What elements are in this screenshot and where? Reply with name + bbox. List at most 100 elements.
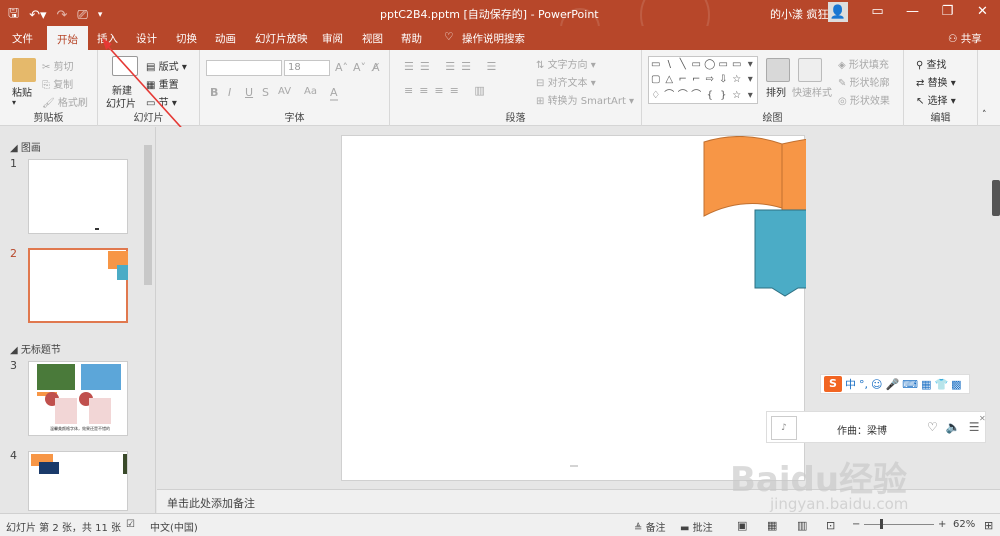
close-icon[interactable]: ✕: [979, 414, 986, 423]
normal-view-icon[interactable]: ▣: [737, 519, 747, 532]
ribbon-display-button[interactable]: ▭: [860, 2, 895, 22]
slide-canvas[interactable]: [341, 135, 806, 481]
comments-toggle[interactable]: ▬ 批注: [680, 519, 713, 534]
minimize-button[interactable]: —: [895, 2, 930, 22]
find-button[interactable]: ⚲ 查找: [916, 56, 947, 71]
present-icon[interactable]: ⎚: [77, 8, 87, 23]
replace-button[interactable]: ⇄ 替换 ▾: [916, 74, 956, 89]
paste-button[interactable]: 粘贴: [12, 84, 32, 99]
avatar[interactable]: 👤: [828, 2, 848, 22]
spacing-button[interactable]: AV: [278, 86, 291, 97]
teal-callout-shape[interactable]: [754, 209, 806, 297]
scrollbar-thumb[interactable]: [144, 145, 152, 285]
restore-button[interactable]: ❐: [930, 2, 965, 22]
chinese-mode-icon[interactable]: 中: [845, 376, 856, 392]
close-button[interactable]: ✕: [965, 2, 1000, 22]
section-header-1[interactable]: ◢ 图画: [10, 139, 41, 154]
slide-thumbnail-2[interactable]: [28, 248, 128, 323]
share-button[interactable]: ⚇ 共享: [948, 31, 982, 46]
section-header-2[interactable]: ◢ 无标题节: [10, 341, 61, 356]
paste-icon[interactable]: [12, 58, 36, 82]
reading-view-icon[interactable]: ▥: [797, 519, 807, 532]
scrollbar-thumb[interactable]: [992, 180, 1000, 216]
tell-me-search[interactable]: 操作说明搜索: [462, 31, 525, 46]
section-button[interactable]: ▭ 节 ▾: [146, 94, 177, 109]
new-slide-dropdown[interactable]: 幻灯片: [106, 95, 136, 110]
notes-toggle[interactable]: ≜ 备注: [634, 519, 666, 534]
bold-button[interactable]: B: [210, 86, 218, 99]
slide-thumbnail-1[interactable]: [28, 159, 128, 234]
tab-home[interactable]: 开始: [47, 26, 88, 50]
font-color-button[interactable]: A: [330, 86, 338, 101]
align-text-button[interactable]: ⊟ 对齐文本 ▾: [536, 74, 596, 89]
tab-transitions[interactable]: 切换: [176, 31, 197, 46]
album-cover[interactable]: ♪: [771, 416, 797, 440]
tab-slideshow[interactable]: 幻灯片放映: [255, 31, 308, 46]
shape-effects-button[interactable]: ◎ 形状效果: [838, 92, 890, 107]
toolbox-icon[interactable]: ▦: [921, 378, 931, 391]
paste-dropdown-icon[interactable]: ▾: [12, 98, 16, 107]
editor-scrollbar[interactable]: [990, 170, 1000, 470]
shape-fill-button[interactable]: ◈ 形状填充: [838, 56, 889, 71]
align-buttons[interactable]: ≡≡≡≡ ▥: [404, 84, 491, 97]
quick-styles-button[interactable]: 快速样式: [792, 84, 832, 99]
cut-button[interactable]: ✂ 剪切: [42, 58, 74, 73]
tab-help[interactable]: 帮助: [401, 31, 422, 46]
volume-icon[interactable]: 🔈: [946, 420, 961, 434]
orange-wave-shape-right[interactable]: [781, 136, 806, 223]
playlist-icon[interactable]: ☰: [969, 420, 980, 434]
zoom-level[interactable]: 62%: [953, 519, 975, 530]
language-indicator[interactable]: 中文(中国): [150, 519, 198, 534]
font-size-combo[interactable]: 18: [284, 60, 330, 76]
customize-icon[interactable]: ▾: [98, 10, 103, 20]
fit-slide-icon[interactable]: ⊞: [984, 519, 993, 532]
tab-animations[interactable]: 动画: [215, 31, 236, 46]
shape-outline-button[interactable]: ✎ 形状轮廓: [838, 74, 890, 89]
font-name-combo[interactable]: [206, 60, 282, 76]
shrink-font-icon[interactable]: A˅: [353, 61, 366, 74]
quick-styles-icon[interactable]: [798, 58, 822, 82]
shapes-gallery[interactable]: ▭ \ ╲ ▭ ◯ ▭ ▭ ▾ ▢ △ ⌐ ⌐ ⇨ ⇩ ☆ ▾ ♢ ⌒ ⌒ ⌒{} ☆ ▾: [648, 56, 758, 104]
thumbnail-scrollbar[interactable]: [143, 133, 153, 509]
undo-icon[interactable]: ↶▾: [29, 8, 46, 23]
underline-button[interactable]: U: [245, 86, 253, 99]
tab-design[interactable]: 设计: [136, 31, 157, 46]
heart-icon[interactable]: ♡: [927, 420, 938, 434]
orange-wave-shape-left[interactable]: [703, 136, 783, 217]
slide-sorter-icon[interactable]: ▦: [767, 519, 777, 532]
slide-thumbnail-3[interactable]: 温馨美颜格字体，效果还是不错的: [28, 361, 128, 436]
copy-button[interactable]: ⎘ 复制: [42, 76, 73, 91]
tab-view[interactable]: 视图: [362, 31, 383, 46]
spelling-icon[interactable]: ☑: [126, 519, 135, 530]
select-button[interactable]: ↖ 选择 ▾: [916, 92, 956, 107]
new-slide-icon[interactable]: [112, 56, 138, 76]
skin-icon[interactable]: 👕: [934, 378, 948, 391]
clear-format-icon[interactable]: A̸: [372, 61, 380, 74]
zoom-in-button[interactable]: +: [938, 519, 946, 530]
tab-file[interactable]: 文件: [12, 31, 33, 46]
slide-thumbnail-4[interactable]: [28, 451, 128, 511]
save-icon[interactable]: 🖫: [8, 4, 19, 26]
arrange-button[interactable]: 排列: [766, 84, 786, 99]
smartart-button[interactable]: ⊞ 转换为 SmartArt ▾: [536, 92, 634, 107]
arrange-icon[interactable]: [766, 58, 790, 82]
sogou-logo-icon[interactable]: S: [824, 376, 842, 392]
format-painter-button[interactable]: 🖌 格式刷: [42, 94, 88, 109]
menu-icon[interactable]: ▩: [951, 378, 961, 391]
punctuation-icon[interactable]: °,: [859, 378, 868, 391]
list-buttons[interactable]: ☰☰ ☰☰ ☰: [404, 60, 502, 73]
collapse-ribbon-icon[interactable]: ˄: [982, 110, 987, 120]
change-case-button[interactable]: Aa: [304, 86, 317, 97]
reset-button[interactable]: ▦ 重置: [146, 76, 179, 91]
zoom-out-button[interactable]: −: [852, 519, 860, 530]
zoom-slider[interactable]: [864, 524, 934, 525]
emoji-icon[interactable]: ☺: [871, 378, 882, 391]
slideshow-icon[interactable]: ⊡: [826, 519, 835, 532]
italic-button[interactable]: I: [228, 86, 231, 99]
shadow-button[interactable]: S: [262, 86, 269, 99]
grow-font-icon[interactable]: A˄: [335, 61, 348, 74]
zoom-slider-thumb[interactable]: [880, 519, 883, 529]
keyboard-icon[interactable]: ⌨: [902, 378, 918, 391]
microphone-icon[interactable]: 🎤: [885, 378, 899, 391]
user-name[interactable]: 的小漾 疯狂: [770, 6, 829, 22]
